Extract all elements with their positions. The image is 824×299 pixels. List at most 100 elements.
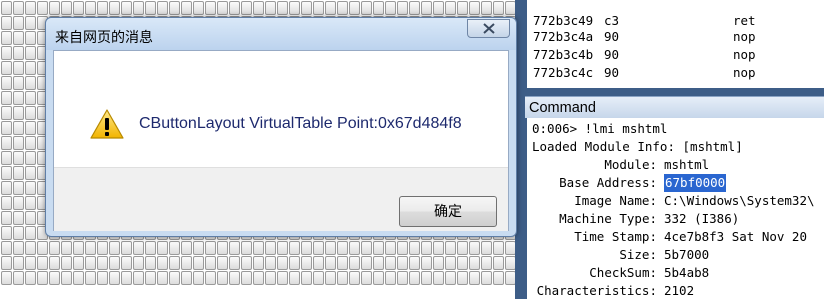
grid-cell-button[interactable] [169,271,180,285]
grid-cell-button[interactable] [205,1,216,15]
grid-cell-button[interactable] [13,136,24,150]
grid-cell-button[interactable] [49,241,60,255]
grid-cell-button[interactable] [229,271,240,285]
grid-cell-button[interactable] [397,256,408,270]
grid-cell-button[interactable] [217,241,228,255]
grid-cell-button[interactable] [121,271,132,285]
grid-cell-button[interactable] [397,271,408,285]
grid-cell-button[interactable] [277,1,288,15]
grid-cell-button[interactable] [193,1,204,15]
grid-cell-button[interactable] [229,241,240,255]
grid-cell-button[interactable] [13,241,24,255]
grid-cell-button[interactable] [205,271,216,285]
grid-cell-button[interactable] [13,226,24,240]
grid-cell-button[interactable] [37,256,48,270]
grid-cell-button[interactable] [37,241,48,255]
grid-cell-button[interactable] [409,271,420,285]
grid-cell-button[interactable] [373,241,384,255]
grid-cell-button[interactable] [181,271,192,285]
grid-cell-button[interactable] [25,181,36,195]
grid-cell-button[interactable] [181,256,192,270]
grid-cell-button[interactable] [109,271,120,285]
grid-cell-button[interactable] [97,271,108,285]
grid-cell-button[interactable] [61,241,72,255]
grid-cell-button[interactable] [265,271,276,285]
grid-cell-button[interactable] [337,256,348,270]
grid-cell-button[interactable] [325,1,336,15]
grid-cell-button[interactable] [373,1,384,15]
grid-cell-button[interactable] [121,1,132,15]
grid-cell-button[interactable] [289,256,300,270]
grid-cell-button[interactable] [1,121,12,135]
grid-cell-button[interactable] [493,256,504,270]
grid-cell-button[interactable] [49,256,60,270]
grid-cell-button[interactable] [25,211,36,225]
grid-cell-button[interactable] [49,271,60,285]
grid-cell-button[interactable] [313,1,324,15]
grid-cell-button[interactable] [1,256,12,270]
grid-cell-button[interactable] [241,241,252,255]
grid-cell-button[interactable] [73,241,84,255]
grid-cell-button[interactable] [289,1,300,15]
grid-cell-button[interactable] [493,241,504,255]
grid-cell-button[interactable] [445,241,456,255]
grid-cell-button[interactable] [481,271,492,285]
grid-cell-button[interactable] [13,196,24,210]
grid-cell-button[interactable] [481,256,492,270]
grid-cell-button[interactable] [337,271,348,285]
grid-cell-button[interactable] [505,241,515,255]
grid-cell-button[interactable] [1,196,12,210]
grid-cell-button[interactable] [217,271,228,285]
grid-cell-button[interactable] [229,256,240,270]
grid-cell-button[interactable] [1,16,12,30]
grid-cell-button[interactable] [373,271,384,285]
dialog-titlebar[interactable]: 来自网页的消息 [46,18,516,50]
grid-cell-button[interactable] [37,1,48,15]
grid-cell-button[interactable] [145,241,156,255]
grid-cell-button[interactable] [13,181,24,195]
grid-cell-button[interactable] [373,256,384,270]
grid-cell-button[interactable] [73,271,84,285]
grid-cell-button[interactable] [469,271,480,285]
grid-cell-button[interactable] [457,271,468,285]
grid-cell-button[interactable] [13,91,24,105]
grid-cell-button[interactable] [1,226,12,240]
grid-cell-button[interactable] [1,31,12,45]
grid-cell-button[interactable] [13,121,24,135]
grid-cell-button[interactable] [13,61,24,75]
grid-cell-button[interactable] [25,46,36,60]
grid-cell-button[interactable] [193,241,204,255]
grid-cell-button[interactable] [505,271,515,285]
grid-cell-button[interactable] [325,256,336,270]
grid-cell-button[interactable] [121,241,132,255]
grid-cell-button[interactable] [169,241,180,255]
grid-cell-button[interactable] [97,1,108,15]
grid-cell-button[interactable] [13,211,24,225]
grid-cell-button[interactable] [349,271,360,285]
grid-cell-button[interactable] [349,1,360,15]
grid-cell-button[interactable] [13,271,24,285]
grid-cell-button[interactable] [1,151,12,165]
grid-cell-button[interactable] [481,241,492,255]
grid-cell-button[interactable] [25,226,36,240]
grid-cell-button[interactable] [265,241,276,255]
grid-cell-button[interactable] [433,256,444,270]
grid-cell-button[interactable] [13,1,24,15]
grid-cell-button[interactable] [73,1,84,15]
grid-cell-button[interactable] [361,256,372,270]
grid-cell-button[interactable] [433,1,444,15]
grid-cell-button[interactable] [493,1,504,15]
grid-cell-button[interactable] [25,1,36,15]
grid-cell-button[interactable] [73,256,84,270]
grid-cell-button[interactable] [13,31,24,45]
grid-cell-button[interactable] [313,241,324,255]
grid-cell-button[interactable] [25,196,36,210]
grid-cell-button[interactable] [61,1,72,15]
grid-cell-button[interactable] [133,241,144,255]
grid-cell-button[interactable] [457,1,468,15]
grid-cell-button[interactable] [193,271,204,285]
grid-cell-button[interactable] [337,1,348,15]
grid-cell-button[interactable] [241,1,252,15]
grid-cell-button[interactable] [13,46,24,60]
grid-cell-button[interactable] [505,1,515,15]
